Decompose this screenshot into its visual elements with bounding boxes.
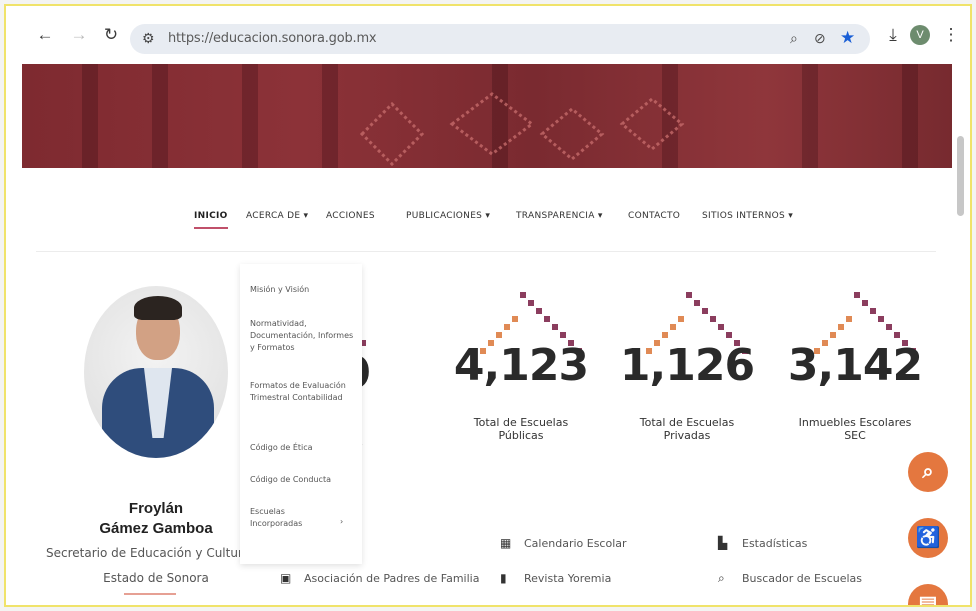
group-icon: ▣ [280, 571, 292, 585]
profile-last-name: Gámez Gamboa [99, 520, 213, 537]
back-icon[interactable]: ← [36, 26, 54, 44]
forward-icon[interactable]: → [70, 26, 88, 44]
stat-label-2b: Públicas [498, 429, 544, 442]
site-settings-icon[interactable]: ⚙ [142, 30, 155, 47]
search-fab[interactable]: ⌕ [908, 452, 948, 492]
menu-transparencia[interactable]: TRANSPARENCIA ▾ [516, 211, 603, 221]
profile-avatar[interactable]: V [910, 25, 930, 45]
dropdown-item-mision[interactable]: Misión y Visión [250, 284, 354, 296]
address-bar[interactable]: ⚙ https://educacion.sonora.gob.mx ⌕ ⊘ ★ [130, 24, 870, 54]
calendar-icon: ▤ [918, 593, 938, 607]
menu-contacto[interactable]: CONTACTO [628, 211, 680, 221]
acerca-de-dropdown: Misión y Visión Normatividad, Documentac… [240, 264, 362, 564]
stat-number-3: 1,126 [619, 340, 755, 391]
menu-acerca-de[interactable]: ACERCA DE ▾ [246, 211, 308, 221]
reload-icon[interactable]: ↻ [102, 26, 120, 44]
stat-label-3b: Privadas [663, 429, 711, 442]
browser-window: ← → ↻ ⚙ https://educacion.sonora.gob.mx … [4, 4, 972, 607]
secretary-photo [84, 286, 228, 458]
dropdown-item-conducta[interactable]: Código de Conducta [250, 474, 354, 486]
banner-pattern [359, 92, 685, 167]
search-icon: ⌕ [718, 571, 725, 585]
url-text[interactable]: https://educacion.sonora.gob.mx [168, 31, 377, 46]
menu-acciones[interactable]: ACCIONES [326, 211, 375, 221]
search-icon: ⌕ [922, 461, 934, 483]
book-icon: ▮ [500, 571, 507, 585]
calendar-icon: ▦ [500, 536, 512, 550]
link-buscador[interactable]: ⌕ Buscador de Escuelas [718, 571, 862, 586]
dropdown-item-normatividad[interactable]: Normatividad, Documentación, Informes y … [250, 318, 354, 354]
stat-label-4a: Inmuebles Escolares [798, 416, 912, 429]
stat-number-2: 4,123 [453, 340, 589, 391]
menu-sitios-internos[interactable]: SITIOS INTERNOS ▾ [702, 211, 793, 221]
menu-inicio[interactable]: INICIO [194, 211, 228, 221]
link-calendario[interactable]: ▦ Calendario Escolar [500, 536, 627, 550]
page-scrollbar[interactable] [957, 136, 964, 216]
accessibility-icon: ♿ [915, 527, 941, 549]
dropdown-item-escuelas[interactable]: Escuelas Incorporadas [250, 506, 330, 530]
hero-banner [22, 64, 952, 168]
profile-first-name: Froylán [128, 500, 184, 517]
profile-state: Estado de Sonora [103, 571, 209, 585]
stat-label-4b: SEC [844, 429, 866, 442]
link-asociacion[interactable]: ▣ Asociación de Padres de Familia [280, 571, 479, 585]
extra-fab[interactable]: ▤ [908, 584, 948, 607]
menu-kebab-icon[interactable]: ⋮ [942, 26, 960, 44]
dropdown-item-etica[interactable]: Código de Ética [250, 442, 354, 454]
stat-label-2a: Total de Escuelas [473, 416, 569, 429]
stat-number-4: 3,142 [787, 340, 923, 391]
browser-toolbar: ← → ↻ ⚙ https://educacion.sonora.gob.mx … [6, 6, 970, 64]
eye-off-icon[interactable]: ⊘ [814, 30, 826, 47]
accessibility-fab[interactable]: ♿ [908, 518, 948, 558]
stat-label-3a: Total de Escuelas [639, 416, 735, 429]
menu-divider [36, 251, 936, 252]
menu-publicaciones[interactable]: PUBLICACIONES ▾ [406, 211, 490, 221]
link-revista[interactable]: ▮ Revista Yoremia [500, 571, 611, 585]
download-icon[interactable]: ⤓ [884, 26, 902, 44]
zoom-icon[interactable]: ⌕ [790, 30, 798, 47]
bookmark-star-icon[interactable]: ★ [840, 28, 855, 48]
chart-icon: ▙ [718, 536, 728, 550]
active-menu-underline [194, 227, 228, 229]
profile-underline [124, 593, 176, 595]
chevron-right-icon: › [340, 517, 344, 526]
link-estadisticas[interactable]: ▙ Estadísticas [718, 536, 807, 550]
dropdown-item-formatos[interactable]: Formatos de Evaluación Trimestral Contab… [250, 380, 354, 404]
